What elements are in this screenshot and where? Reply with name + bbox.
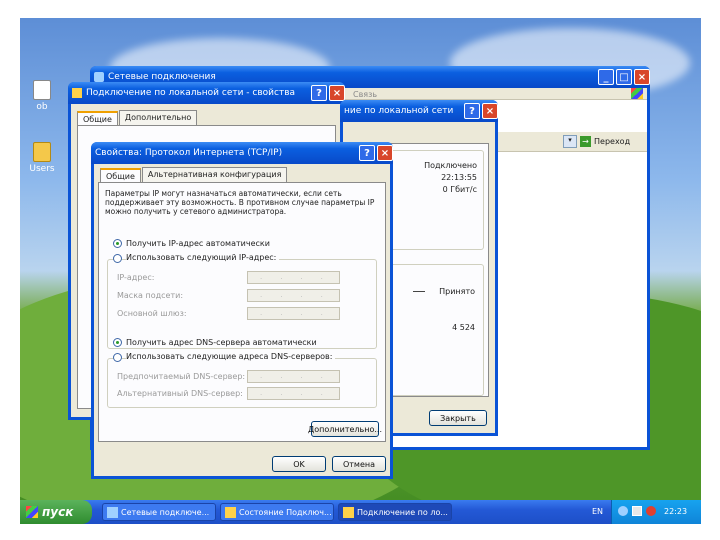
- maximize-button[interactable]: □: [616, 69, 632, 85]
- close-status-button[interactable]: Закрыть: [429, 410, 487, 426]
- duration-value: 22:13:55: [441, 173, 477, 182]
- windows-logo-icon: [631, 88, 643, 99]
- desktop: ob Users Сетевые подключения _ □ × Связь…: [20, 18, 701, 524]
- window-title: Подключение по локальной сети - свойства: [86, 88, 296, 98]
- dns-manual-label[interactable]: Использовать следующие адреса DNS-сервер…: [126, 352, 336, 361]
- dialog-title: Свойства: Протокол Интернета (TCP/IP): [95, 148, 283, 158]
- ip-auto-label[interactable]: Получить IP-адрес автоматически: [126, 239, 270, 248]
- document-icon: [33, 80, 51, 100]
- address-dropdown-button[interactable]: ▾: [563, 135, 577, 148]
- taskbar: пуск Сетевые подключе... Состояние Подкл…: [20, 500, 701, 524]
- network-icon: [107, 507, 118, 518]
- minimize-button[interactable]: _: [598, 69, 614, 85]
- network-icon: [94, 72, 104, 82]
- start-button[interactable]: пуск: [20, 500, 92, 524]
- dns-auto-radio[interactable]: [113, 338, 122, 347]
- network-connection-icon: [72, 88, 82, 98]
- close-button[interactable]: ×: [634, 69, 650, 85]
- help-button[interactable]: ?: [311, 85, 327, 101]
- taskbar-item-network-connections[interactable]: Сетевые подключе...: [102, 503, 216, 521]
- ip-address-label: IP-адрес:: [117, 273, 155, 282]
- subnet-label: Маска подсети:: [117, 291, 184, 300]
- help-button[interactable]: ?: [464, 103, 480, 119]
- tab-panel: Параметры IP могут назначаться автоматич…: [98, 182, 386, 442]
- gateway-field[interactable]: ....: [247, 307, 340, 320]
- system-tray: EN 22:23: [592, 500, 701, 524]
- description-text: Параметры IP могут назначаться автоматич…: [105, 189, 375, 216]
- dns-alternate-field[interactable]: ....: [247, 387, 340, 400]
- arrow-right-icon: →: [580, 136, 591, 147]
- tcpip-properties-dialog[interactable]: Свойства: Протокол Интернета (TCP/IP) ? …: [91, 142, 393, 479]
- folder-icon: [33, 142, 51, 162]
- title-bar[interactable]: Свойства: Протокол Интернета (TCP/IP) ? …: [91, 142, 393, 164]
- language-indicator[interactable]: EN: [592, 507, 603, 516]
- menu-fragment: Связь: [353, 90, 378, 99]
- received-value: 4 524: [452, 323, 475, 332]
- speed-value: 0 Гбит/с: [442, 185, 477, 194]
- go-button[interactable]: → Переход: [580, 134, 630, 149]
- dns-auto-label[interactable]: Получить адрес DNS-сервера автоматически: [126, 338, 317, 347]
- close-button[interactable]: ×: [329, 85, 345, 101]
- dns-alternate-label: Альтернативный DNS-сервер:: [117, 389, 243, 398]
- subnet-field[interactable]: ....: [247, 289, 340, 302]
- clock: 22:23: [664, 507, 688, 516]
- tab-general[interactable]: Общие: [100, 168, 141, 183]
- dns-preferred-label: Предпочитаемый DNS-сервер:: [117, 372, 246, 381]
- window-title: ние по локальной сети: [344, 106, 454, 116]
- received-label: Принято: [439, 287, 475, 296]
- taskbar-item-connection-status[interactable]: Состояние Подключ...: [220, 503, 334, 521]
- tab-alternate-configuration[interactable]: Альтернативная конфигурация: [141, 167, 288, 182]
- status-value: Подключено: [424, 161, 477, 170]
- tab-advanced[interactable]: Дополнительно: [118, 110, 198, 125]
- advanced-button[interactable]: Дополнительно...: [308, 421, 382, 437]
- display-tray-icon[interactable]: [632, 506, 642, 516]
- cancel-button[interactable]: Отмена: [332, 456, 386, 472]
- taskbar-item-lan-properties[interactable]: Подключение по ло...: [338, 503, 452, 521]
- desktop-icon-users[interactable]: Users: [22, 142, 62, 174]
- ok-button[interactable]: OK: [272, 456, 326, 472]
- network-tray-icon[interactable]: [618, 506, 628, 516]
- ip-manual-label[interactable]: Использовать следующий IP-адрес:: [126, 253, 280, 262]
- dns-preferred-field[interactable]: ....: [247, 370, 340, 383]
- gateway-label: Основной шлюз:: [117, 309, 187, 318]
- desktop-icon-ob[interactable]: ob: [22, 80, 62, 112]
- ip-auto-radio[interactable]: [113, 239, 122, 248]
- ip-manual-radio[interactable]: [113, 254, 122, 263]
- security-tray-icon[interactable]: [646, 506, 656, 516]
- close-button[interactable]: ×: [482, 103, 498, 119]
- network-connection-icon: [343, 507, 354, 518]
- dns-settings-group: [107, 358, 377, 408]
- windows-logo-icon: [26, 506, 38, 518]
- tab-general[interactable]: Общие: [77, 111, 118, 126]
- divider: [413, 291, 425, 292]
- dns-manual-radio[interactable]: [113, 353, 122, 362]
- network-connection-icon: [225, 507, 236, 518]
- ip-address-field[interactable]: ....: [247, 271, 340, 284]
- help-button[interactable]: ?: [359, 145, 375, 161]
- title-bar[interactable]: ние по локальной сети ? ×: [340, 100, 498, 122]
- close-button[interactable]: ×: [377, 145, 393, 161]
- window-title: Сетевые подключения: [108, 72, 216, 82]
- title-bar[interactable]: Подключение по локальной сети - свойства…: [68, 82, 345, 104]
